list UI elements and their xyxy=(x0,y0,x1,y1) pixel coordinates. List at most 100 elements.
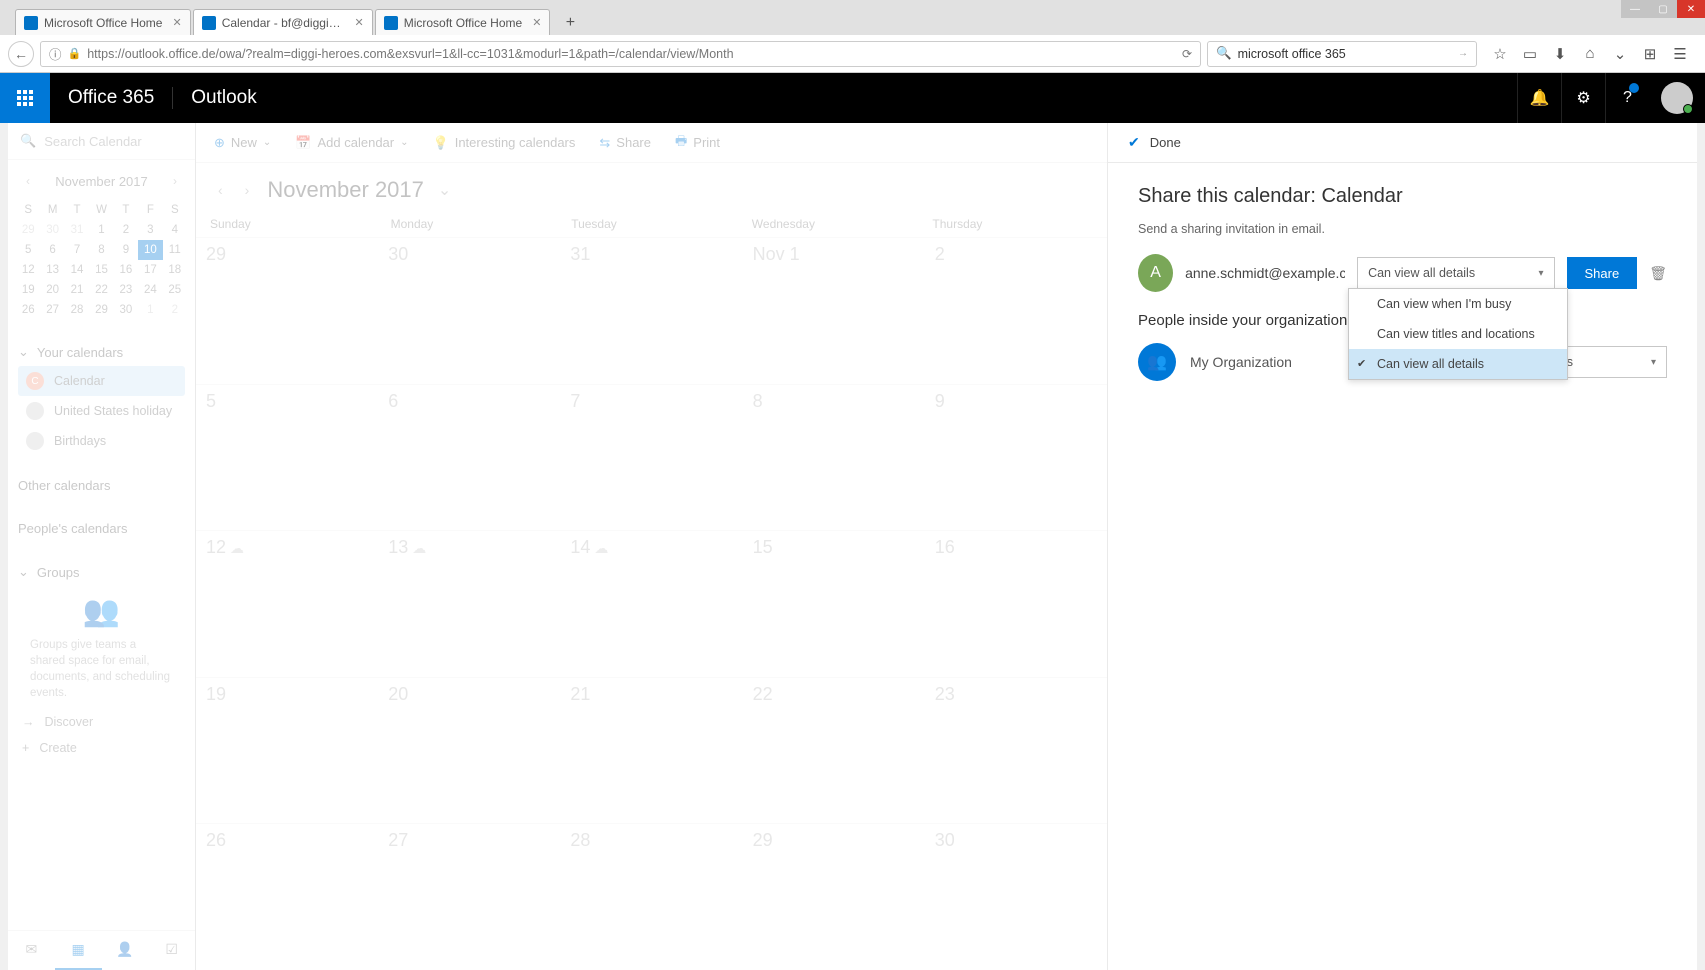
mini-day-cell[interactable]: 28 xyxy=(65,300,89,320)
calendar-module-button[interactable]: ▦ xyxy=(55,931,102,970)
calendar-item-us-holidays[interactable]: United States holiday xyxy=(18,396,185,426)
mail-module-button[interactable]: ✉ xyxy=(8,931,55,970)
mini-day-cell[interactable]: 25 xyxy=(163,280,187,300)
mini-day-cell[interactable]: 27 xyxy=(40,300,64,320)
mini-day-cell[interactable]: 29 xyxy=(16,220,40,240)
day-cell[interactable]: 14☁ xyxy=(560,531,742,677)
mini-month-label[interactable]: November 2017 xyxy=(55,174,148,189)
mini-day-cell[interactable]: 31 xyxy=(65,220,89,240)
prev-period-button[interactable]: ‹ xyxy=(214,178,227,202)
day-cell[interactable]: 31 xyxy=(560,238,742,384)
mini-day-cell[interactable]: 2 xyxy=(114,220,138,240)
notifications-button[interactable]: 🔔 xyxy=(1517,73,1561,123)
day-cell[interactable]: 16 xyxy=(925,531,1107,677)
close-icon[interactable]: ✕ xyxy=(354,16,363,29)
new-button[interactable]: ⊕ New ⌄ xyxy=(214,135,271,151)
mini-day-cell[interactable]: 15 xyxy=(89,260,113,280)
mini-day-cell[interactable]: 19 xyxy=(16,280,40,300)
interesting-calendars-button[interactable]: 💡 Interesting calendars xyxy=(433,135,576,151)
app-title[interactable]: Outlook xyxy=(172,87,274,109)
day-cell[interactable]: 19 xyxy=(196,678,378,824)
close-icon[interactable]: ✕ xyxy=(172,16,181,29)
user-avatar[interactable] xyxy=(1661,82,1693,114)
print-button[interactable]: 🖶 Print xyxy=(675,132,720,154)
mini-day-cell[interactable]: 3 xyxy=(138,220,162,240)
download-icon[interactable]: ⬇ xyxy=(1551,45,1569,63)
suite-title[interactable]: Office 365 xyxy=(50,87,172,109)
window-minimize[interactable]: — xyxy=(1621,0,1649,18)
url-bar[interactable]: ⓘ 🔒 https://outlook.office.de/owa/?realm… xyxy=(40,41,1201,67)
done-button[interactable]: ✔ Done xyxy=(1108,123,1697,163)
new-tab-button[interactable]: + xyxy=(558,11,582,35)
share-submit-button[interactable]: Share xyxy=(1567,257,1638,289)
mini-day-cell[interactable]: 10 xyxy=(138,240,162,260)
next-month-button[interactable]: › xyxy=(169,170,181,192)
mini-day-cell[interactable]: 22 xyxy=(89,280,113,300)
day-cell[interactable]: 28 xyxy=(560,824,742,970)
back-button[interactable]: ← xyxy=(8,41,34,67)
remove-recipient-button[interactable]: 🗑 xyxy=(1649,265,1667,282)
mini-day-cell[interactable]: 16 xyxy=(114,260,138,280)
mini-day-cell[interactable]: 17 xyxy=(138,260,162,280)
mini-day-cell[interactable]: 29 xyxy=(89,300,113,320)
other-calendars-header[interactable]: Other calendars xyxy=(18,472,185,499)
calendar-item-birthdays[interactable]: Birthdays xyxy=(18,426,185,456)
people-module-button[interactable]: 👤 xyxy=(102,931,149,970)
mini-day-cell[interactable]: 30 xyxy=(114,300,138,320)
mini-day-cell[interactable]: 1 xyxy=(138,300,162,320)
mini-day-cell[interactable]: 30 xyxy=(40,220,64,240)
recipient-email[interactable]: anne.schmidt@example.c xyxy=(1185,265,1345,281)
help-button[interactable]: ? xyxy=(1605,73,1649,123)
go-icon[interactable]: → xyxy=(1458,48,1468,59)
mini-day-cell[interactable]: 24 xyxy=(138,280,162,300)
discover-link[interactable]: → Discover xyxy=(8,709,195,735)
menu-icon[interactable]: ☰ xyxy=(1671,45,1689,63)
day-cell[interactable]: 5 xyxy=(196,385,378,531)
archive-icon[interactable]: ▭ xyxy=(1521,45,1539,63)
day-cell[interactable]: 23 xyxy=(925,678,1107,824)
groups-header[interactable]: ⌄ Groups xyxy=(18,558,185,586)
day-cell[interactable]: 30 xyxy=(925,824,1107,970)
permission-option-details[interactable]: ✔ Can view all details xyxy=(1349,349,1567,379)
mini-day-cell[interactable]: 2 xyxy=(163,300,187,320)
settings-button[interactable]: ⚙ xyxy=(1561,73,1605,123)
day-cell[interactable]: 15 xyxy=(743,531,925,677)
mini-day-cell[interactable]: 18 xyxy=(163,260,187,280)
window-maximize[interactable]: ▢ xyxy=(1649,0,1677,18)
day-cell[interactable]: 12☁ xyxy=(196,531,378,677)
day-cell[interactable]: 13☁ xyxy=(378,531,560,677)
share-button[interactable]: ⇆ Share xyxy=(599,135,651,151)
window-close[interactable]: ✕ xyxy=(1677,0,1705,18)
day-cell[interactable]: 26 xyxy=(196,824,378,970)
prev-month-button[interactable]: ‹ xyxy=(22,170,34,192)
mini-day-cell[interactable]: 8 xyxy=(89,240,113,260)
permission-option-busy[interactable]: Can view when I'm busy xyxy=(1349,289,1567,319)
day-cell[interactable]: 8 xyxy=(743,385,925,531)
day-cell[interactable]: 29 xyxy=(743,824,925,970)
permission-option-titles[interactable]: Can view titles and locations xyxy=(1349,319,1567,349)
day-cell[interactable]: 29 xyxy=(196,238,378,384)
mini-day-cell[interactable]: 11 xyxy=(163,240,187,260)
mini-day-cell[interactable]: 23 xyxy=(114,280,138,300)
chevron-down-icon[interactable]: ⌄ xyxy=(438,180,451,200)
mini-day-cell[interactable]: 26 xyxy=(16,300,40,320)
reload-icon[interactable]: ⟳ xyxy=(1182,47,1192,61)
day-cell[interactable]: 20 xyxy=(378,678,560,824)
permission-dropdown[interactable]: Can view all details ▾ xyxy=(1357,257,1554,289)
day-cell[interactable]: 9 xyxy=(925,385,1107,531)
mini-day-cell[interactable]: 7 xyxy=(65,240,89,260)
mini-day-cell[interactable]: 13 xyxy=(40,260,64,280)
month-title[interactable]: November 2017 xyxy=(267,177,424,203)
bookmark-icon[interactable]: ☆ xyxy=(1491,45,1509,63)
app-launcher[interactable] xyxy=(0,73,50,123)
mini-day-cell[interactable]: 14 xyxy=(65,260,89,280)
mini-day-cell[interactable]: 5 xyxy=(16,240,40,260)
day-cell[interactable]: 27 xyxy=(378,824,560,970)
add-calendar-button[interactable]: 📅 Add calendar ⌄ xyxy=(295,135,408,151)
mini-day-cell[interactable]: 20 xyxy=(40,280,64,300)
extension-icon[interactable]: ⊞ xyxy=(1641,45,1659,63)
home-icon[interactable]: ⌂ xyxy=(1581,45,1599,63)
mini-day-cell[interactable]: 21 xyxy=(65,280,89,300)
next-period-button[interactable]: › xyxy=(241,178,254,202)
tasks-module-button[interactable]: ☑ xyxy=(148,931,195,970)
